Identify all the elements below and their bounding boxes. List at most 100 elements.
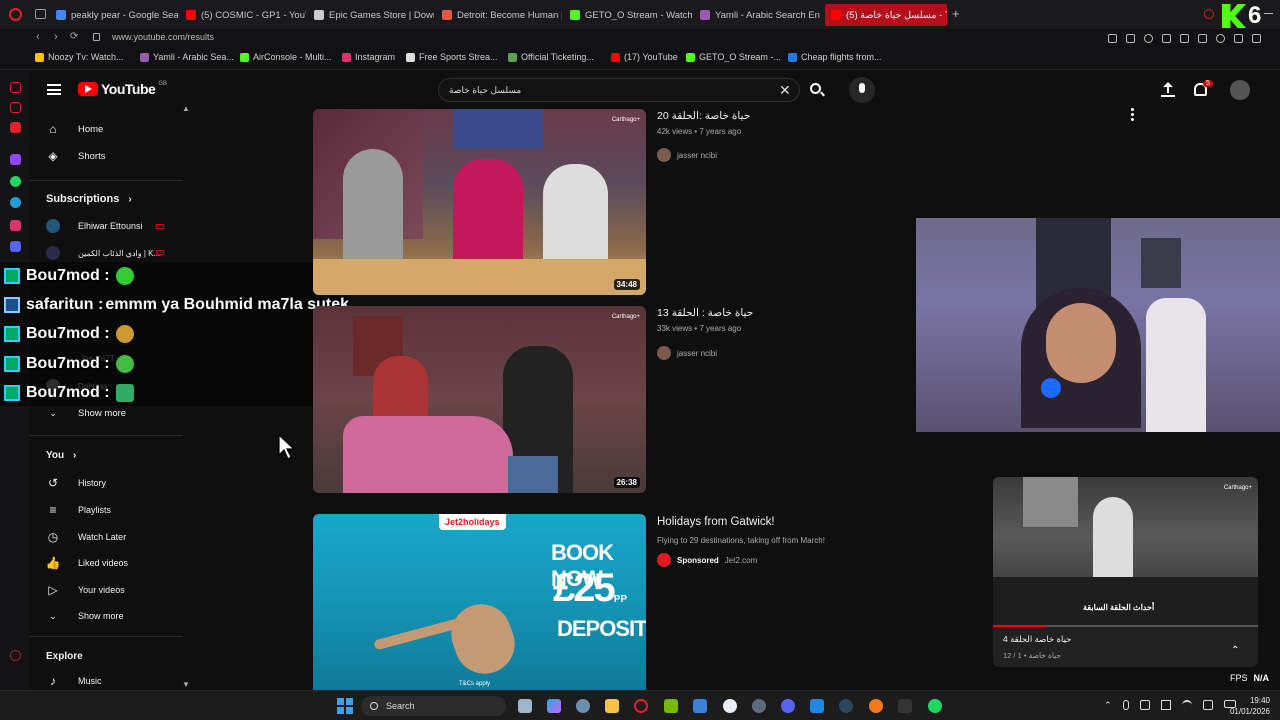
video-channel[interactable]: jasser ncibi [657, 346, 717, 360]
ad-thumbnail[interactable]: Jet2holidays BOOK NOW £25 PP DEPOSIT T&C… [313, 514, 646, 690]
file-explorer-icon[interactable] [605, 699, 619, 713]
miniplayer[interactable]: Carthago+ أحداث الحلقة السابقة حياة خاصة… [993, 477, 1258, 667]
miniplayer-video[interactable]: Carthago+ أحداث الحلقة السابقة [993, 477, 1258, 627]
sidebar-item-home[interactable]: ⌂ Home [46, 122, 103, 136]
video-title[interactable]: حياة خاصة :الحلقة 20 [657, 110, 750, 122]
sidebar-item-shorts[interactable]: ◈ Shorts [46, 149, 105, 163]
sidebar-item-your-videos[interactable]: ▷ Your videos [46, 583, 124, 597]
store-icon[interactable] [693, 699, 707, 713]
steam-icon[interactable] [839, 699, 853, 713]
browser-tab[interactable]: Yamli - Arabic Search Eng [700, 4, 820, 26]
minimize-button[interactable] [1264, 13, 1273, 14]
video-channel[interactable]: jasser ncibi [657, 148, 717, 162]
sidebar-item-subscription[interactable]: وادي الذئاب الكمين | K... [46, 246, 160, 260]
bookmark-item[interactable]: Instagram [342, 52, 395, 62]
active-tab[interactable]: (5) مسلسل حياة خاصة - Tube [825, 4, 947, 26]
settings-icon[interactable] [10, 650, 21, 661]
taskbar-search[interactable]: Search [361, 696, 506, 716]
bookmark-item[interactable]: Official Ticketing... [508, 52, 594, 62]
toolbar-extension-icons[interactable] [1108, 34, 1268, 43]
forward-icon[interactable]: › [54, 31, 58, 43]
whatsapp-icon[interactable] [10, 176, 21, 187]
search-input[interactable]: مسلسل حياة خاصة ✕ [438, 78, 800, 102]
bookmark-item[interactable]: GETO_O Stream -... [686, 52, 781, 62]
app-icon[interactable] [869, 699, 883, 713]
upload-icon[interactable] [1161, 82, 1175, 98]
sidebar-item-watch-later[interactable]: ◷ Watch Later [46, 530, 126, 544]
steam-running-icon[interactable] [752, 699, 766, 713]
spotify-icon[interactable] [928, 699, 942, 713]
sidebar-item-liked-videos[interactable]: 👍 Liked videos [46, 556, 129, 570]
volume-icon[interactable] [1202, 700, 1213, 710]
you-heading[interactable]: You › [46, 450, 76, 461]
bookmark-item[interactable]: (17) YouTube [611, 52, 678, 62]
display-tray-icon[interactable] [1160, 700, 1171, 710]
task-view-icon[interactable] [518, 699, 532, 713]
bookmark-item[interactable]: AirConsole - Multi... [240, 52, 332, 62]
miniplayer-progress-track[interactable] [993, 625, 1258, 627]
more-options-icon[interactable] [1131, 108, 1134, 121]
bookmark-item[interactable]: Noozy Tv: Watch... [35, 52, 124, 62]
sidebar-item-music[interactable]: ♪ Music [46, 674, 102, 688]
expand-icon[interactable]: ⌃ [1231, 645, 1239, 656]
sidebar-item-history[interactable]: ↺ History [46, 476, 106, 490]
show-more-you-button[interactable]: ⌄ Show more [46, 609, 123, 623]
start-button[interactable] [337, 698, 353, 714]
settings-app-icon[interactable] [576, 699, 590, 713]
sidebar-scroll-down-icon[interactable]: ▼ [182, 680, 190, 689]
show-more-subscriptions-button[interactable]: ⌄ Show more [46, 406, 126, 420]
menu-icon[interactable] [47, 84, 61, 95]
system-tray-icons[interactable]: ⌃ [1104, 700, 1236, 711]
telegram-icon[interactable] [10, 197, 21, 208]
workspaces-icon[interactable] [35, 9, 46, 19]
browser-tab[interactable]: GETO_O Stream - Watch L [570, 4, 692, 26]
messenger-icon[interactable] [10, 102, 21, 113]
browser-tab[interactable]: Detroit: Become Human | [442, 4, 562, 26]
copilot-icon[interactable] [547, 699, 561, 713]
search-button[interactable] [803, 78, 831, 102]
sidebar-item-subscription[interactable]: Elhiwar Ettounsi [46, 219, 143, 233]
nvidia-icon[interactable] [664, 699, 678, 713]
microphone-tray-icon[interactable] [1122, 700, 1129, 710]
aria-icon[interactable] [10, 82, 21, 93]
wifi-icon[interactable] [1181, 700, 1192, 710]
browser-tab[interactable]: peakly pear - Google Sear [56, 4, 178, 26]
twitch-icon[interactable] [10, 154, 21, 165]
bookmark-item[interactable]: Cheap flights from... [788, 52, 882, 62]
video-title[interactable]: حياة خاصة : الحلقة 13 [657, 307, 753, 319]
clear-search-icon[interactable]: ✕ [779, 82, 791, 99]
clock[interactable]: 19:40 01/01/2026 [1222, 695, 1270, 717]
ad-title[interactable]: Holidays from Gatwick! [657, 516, 775, 528]
discord-taskbar-icon[interactable] [781, 699, 795, 713]
tray-overflow-icon[interactable]: ⌃ [1104, 700, 1112, 711]
bookmark-item[interactable]: Yamli - Arabic Sea... [140, 52, 234, 62]
bookmark-item[interactable]: Free Sports Strea... [406, 52, 498, 62]
sidebar-scroll-up-icon[interactable]: ▲ [182, 104, 190, 113]
app-icon[interactable] [723, 699, 737, 713]
url-field[interactable]: www.youtube.com/results [112, 32, 214, 42]
opera-logo-icon[interactable] [9, 8, 22, 21]
new-tab-button[interactable]: + [952, 6, 960, 21]
search-tabs-icon[interactable] [1204, 9, 1214, 19]
video-thumbnail[interactable]: Carthago+ 26:38 [313, 306, 646, 493]
discord-icon[interactable] [10, 241, 21, 252]
opera-taskbar-icon[interactable] [634, 699, 648, 713]
epic-games-icon[interactable] [898, 699, 912, 713]
browser-tab[interactable]: (5) COSMIC - GP1 - YouTu [186, 4, 306, 26]
video-thumbnail[interactable]: Carthago+ 34:48 [313, 109, 646, 295]
sidebar-item-playlists[interactable]: ≡ Playlists [46, 503, 111, 517]
app-icon[interactable] [810, 699, 824, 713]
bookmark-label: Official Ticketing... [521, 52, 594, 62]
music-icon[interactable] [10, 122, 21, 133]
ad-advertiser[interactable]: Sponsored Jet2.com [657, 553, 757, 567]
account-avatar[interactable] [1230, 80, 1250, 100]
voice-search-button[interactable] [849, 77, 875, 103]
notification-tray-icon[interactable] [1139, 700, 1150, 710]
reload-icon[interactable]: ⟳ [70, 31, 78, 42]
browser-tab[interactable]: Epic Games Store | Down [314, 4, 434, 26]
miniplayer-title[interactable]: حياة خاصة الحلقة 4 [1003, 634, 1071, 645]
instagram-icon[interactable] [10, 220, 21, 231]
subscriptions-heading[interactable]: Subscriptions › [46, 193, 132, 205]
back-icon[interactable]: ‹ [36, 31, 40, 43]
youtube-logo[interactable]: YouTube GB [78, 81, 167, 97]
